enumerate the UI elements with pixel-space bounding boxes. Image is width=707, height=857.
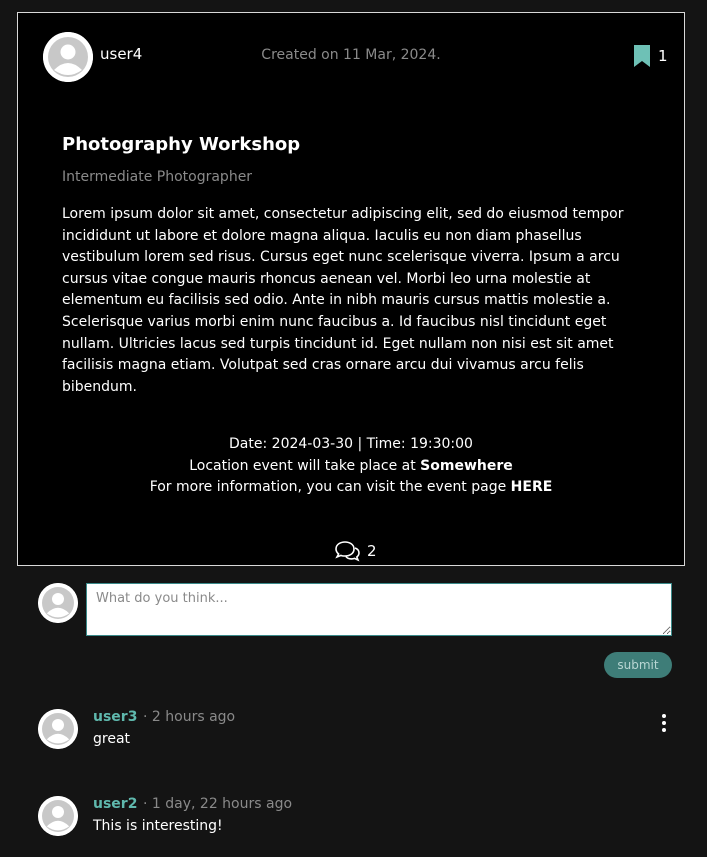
comment-text: This is interesting! (93, 818, 223, 834)
bookmark-count: 1 (658, 47, 668, 65)
comments-icon (335, 541, 360, 562)
info-prefix: For more information, you can visit the … (149, 479, 511, 496)
submit-button[interactable]: submit (604, 652, 672, 678)
created-date: Created on 11 Mar, 2024. (261, 47, 441, 63)
avatar-icon (38, 583, 78, 623)
comment-author[interactable]: user2 (93, 796, 137, 812)
location-prefix: Location event will take place at (189, 457, 421, 474)
event-info-line: For more information, you can visit the … (18, 477, 684, 499)
post-card: user4 Created on 11 Mar, 2024. 1 Photogr… (17, 12, 685, 566)
event-details: Date: 2024-03-30 | Time: 19:30:00 Locati… (18, 434, 684, 499)
event-date-time: Date: 2024-03-30 | Time: 19:30:00 (229, 436, 473, 452)
comment-time: · 2 hours ago (143, 709, 236, 725)
bookmark-button[interactable]: 1 (633, 44, 668, 68)
avatar-icon[interactable] (38, 709, 78, 749)
post-body: Lorem ipsum dolor sit amet, consectetur … (62, 206, 624, 395)
post-subtitle: Intermediate Photographer (62, 169, 253, 185)
kebab-menu-icon[interactable] (657, 712, 671, 734)
comment-input[interactable] (86, 583, 672, 636)
comment-count: 2 (367, 542, 377, 560)
comments-button[interactable]: 2 (334, 540, 377, 562)
event-location-line: Location event will take place at Somewh… (18, 456, 684, 478)
post-title: Photography Workshop (62, 134, 301, 155)
event-location: Somewhere (420, 457, 513, 474)
bookmark-icon (634, 45, 650, 67)
comment-text: great (93, 731, 131, 747)
comment-author[interactable]: user3 (93, 709, 137, 725)
event-page-link[interactable]: HERE (511, 479, 553, 495)
comment-time: · 1 day, 22 hours ago (143, 796, 293, 812)
avatar-icon[interactable] (38, 796, 78, 836)
